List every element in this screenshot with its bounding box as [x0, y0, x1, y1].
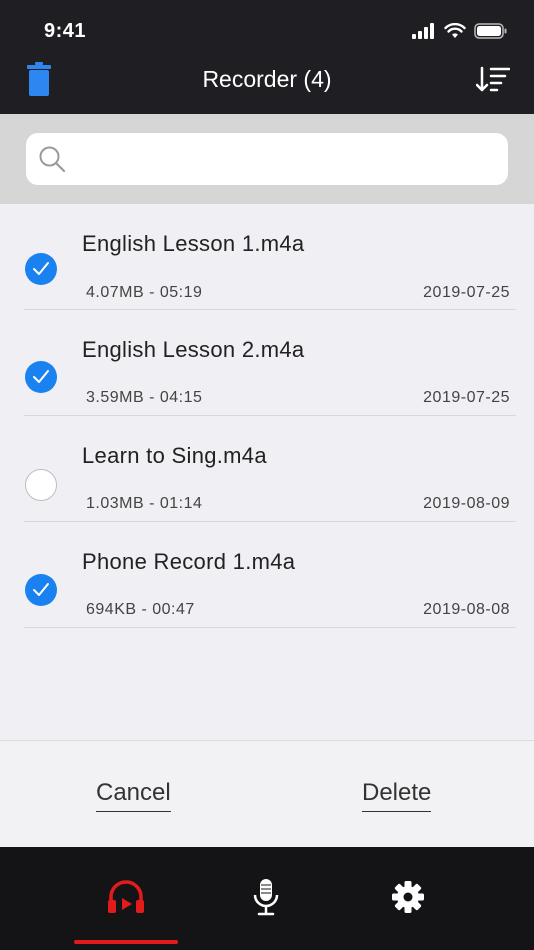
search-area [0, 114, 534, 204]
page-title: Recorder (4) [202, 66, 332, 92]
file-name: English Lesson 2.m4a [82, 337, 305, 362]
list-item[interactable]: Phone Record 1.m4a 694KB - 00:47 2019-08… [0, 522, 534, 628]
file-date: 2019-07-25 [423, 284, 510, 301]
search-input[interactable] [76, 141, 496, 177]
search-icon [39, 146, 66, 173]
file-date: 2019-08-08 [423, 601, 510, 618]
battery-icon [474, 23, 507, 39]
file-meta: 4.07MB - 05:19 [86, 284, 203, 301]
tab-bar [0, 847, 534, 950]
nav-bar: Recorder (4) [0, 56, 534, 114]
list-item[interactable]: English Lesson 1.m4a 4.07MB - 05:19 2019… [0, 204, 534, 310]
active-tab-indicator [74, 940, 178, 944]
selected-check-icon[interactable] [25, 574, 57, 606]
delete-button[interactable]: Delete [362, 779, 432, 812]
action-bar: Cancel Delete [0, 740, 534, 847]
file-name: English Lesson 1.m4a [82, 231, 305, 256]
file-name: Learn to Sing.m4a [82, 443, 267, 468]
sort-icon[interactable] [476, 66, 510, 92]
cancel-button[interactable]: Cancel [96, 779, 171, 812]
list-item[interactable]: English Lesson 2.m4a 3.59MB - 04:15 2019… [0, 310, 534, 416]
gear-icon[interactable] [388, 877, 428, 917]
file-date: 2019-08-09 [423, 495, 510, 512]
signal-icon [412, 23, 434, 39]
file-date: 2019-07-25 [423, 389, 510, 406]
list-item[interactable]: Learn to Sing.m4a 1.03MB - 01:14 2019-08… [0, 416, 534, 522]
unselected-check-icon[interactable] [25, 469, 57, 501]
file-name: Phone Record 1.m4a [82, 549, 296, 574]
status-icons [412, 22, 508, 40]
microphone-icon[interactable] [246, 877, 286, 917]
file-meta: 694KB - 00:47 [86, 601, 195, 618]
wifi-icon [444, 23, 466, 38]
file-meta: 3.59MB - 04:15 [86, 389, 203, 406]
file-meta: 1.03MB - 01:14 [86, 495, 203, 512]
headphones-play-icon[interactable] [106, 877, 146, 917]
status-time: 9:41 [44, 20, 87, 42]
search-box[interactable] [26, 133, 508, 185]
status-bar: 9:41 [0, 0, 534, 56]
selected-check-icon[interactable] [25, 253, 57, 285]
divider [24, 627, 516, 628]
recording-list: English Lesson 1.m4a 4.07MB - 05:19 2019… [0, 204, 534, 740]
selected-check-icon[interactable] [25, 361, 57, 393]
